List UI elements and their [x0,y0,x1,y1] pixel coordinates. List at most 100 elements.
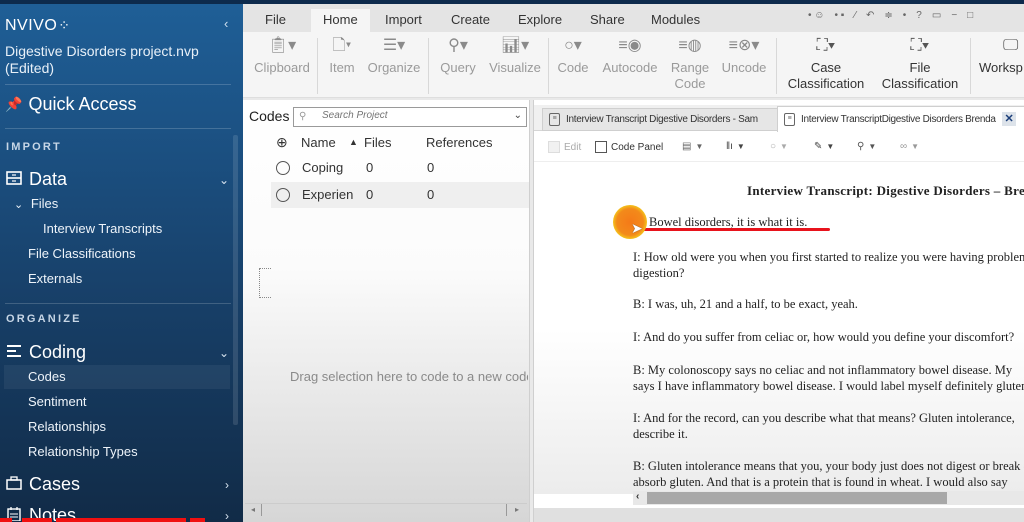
save-icon[interactable]: • ▪ [835,10,845,21]
paragraph[interactable]: B: Gluten intolerance means that you, yo… [633,458,1024,474]
case-classification-button[interactable]: ⛶▾ Case Classification [783,38,869,92]
pen-dropdown[interactable]: ✎ ▼ [814,141,834,152]
edit-icon[interactable]: ⁄ [854,10,856,21]
code-panel-toggle[interactable]: Code Panel [595,141,663,153]
sidebar-item-cases[interactable]: Cases › [5,474,233,495]
section-organize: ORGANIZE [6,313,82,325]
case-classification-label: Case [810,60,842,75]
annotations-dropdown[interactable]: ▤ ▼ [682,141,703,152]
chevron-down-icon[interactable]: ⌄ [514,110,522,121]
visualize-button[interactable]: 📊︎▾ Visualize [487,38,543,76]
chevron-down-icon[interactable]: ⌄ [219,346,229,360]
document-tab-brenda[interactable]: ≡ Interview TranscriptDigestive Disorder… [777,106,1024,132]
sidebar-item-data[interactable]: Data ⌄ [5,169,233,190]
chevron-right-icon[interactable]: › [225,509,229,522]
search-project-box[interactable]: ⚲ ⌄ [293,107,527,127]
search-input[interactable] [322,110,502,121]
scrollbar-divider [506,504,507,516]
sidebar-item-files[interactable]: ⌄ Files [14,196,58,211]
paragraph[interactable]: B: I was, uh, 21 and a half, to be exact… [633,296,1024,312]
scrollbar-thumb[interactable] [647,492,947,504]
paragraph[interactable]: B: My colonoscopy says no celiac and not… [633,362,1024,378]
code-node-icon [276,188,290,202]
chevron-right-icon[interactable]: › [225,478,229,492]
paragraph-continued[interactable]: absorb gluten. And that is a protein tha… [633,474,1024,490]
paragraph-continued[interactable]: says I have inflammatory bowel disease. … [633,378,1024,394]
help-icon[interactable]: ? [916,10,922,21]
document-content[interactable]: Interview Transcript: Digestive Disorder… [534,164,1024,494]
sidebar-item-sentiment[interactable]: Sentiment [28,394,87,409]
sidebar-item-file-classifications[interactable]: File Classifications [28,246,136,261]
tab-home[interactable]: Home [311,9,370,33]
paragraph[interactable]: I: And for the record, can you describe … [633,410,1024,426]
close-icon[interactable]: ✕ [1002,112,1016,126]
workspace-icon: 🖵︎ [1003,37,1019,54]
sidebar-item-externals[interactable]: Externals [28,271,82,286]
document-horizontal-scrollbar[interactable]: ‹ [633,491,1024,505]
organize-button[interactable]: ☰▾ Organize [367,38,421,76]
dropdown-arrow-icon: ▼ [868,142,877,151]
item-button[interactable]: 🗋▾ Item [327,38,357,76]
quick-access-label: Quick Access [28,94,137,114]
file-classification-button[interactable]: ⛶▾ File Classification [877,38,963,92]
drag-to-code-hint[interactable]: Drag selection here to code to a new cod… [290,369,528,384]
scroll-right-icon[interactable]: ▸ [515,505,519,514]
code-panel-checkbox[interactable] [595,141,607,153]
chevron-down-icon[interactable]: ⌄ [14,199,23,211]
code-row[interactable]: Coping 0 0 [271,155,529,181]
zoom-dropdown[interactable]: ⚲ ▼ [857,141,876,152]
code-row[interactable]: Experien 0 0 [271,182,529,208]
code-button[interactable]: ○▾ Code [555,38,591,76]
document-tab-sam[interactable]: ≡ Interview Transcript Digestive Disorde… [542,108,778,131]
mouse-cursor-icon: ➤ [631,222,643,237]
add-code-icon[interactable]: ⊕ [276,134,288,151]
tab-import[interactable]: Import [385,12,422,27]
undo-icon[interactable]: ↶ [866,10,874,21]
code-label: Code [557,60,589,75]
sidebar-item-relationship-types[interactable]: Relationship Types [28,444,138,459]
scroll-left-icon[interactable]: ◂ [251,505,255,514]
paragraph-continued[interactable]: digestion? [633,265,1024,281]
query-button[interactable]: ⚲▾ Query [437,38,479,76]
code-name: Experien [302,187,354,202]
column-files[interactable]: Files [364,135,391,150]
sidebar-scrollbar[interactable] [233,135,238,425]
maximize-icon[interactable]: □ [967,10,973,21]
paragraph[interactable]: I: And do you suffer from celiac or, how… [633,329,1024,345]
column-name[interactable]: Name [301,135,336,150]
column-references[interactable]: References [426,135,492,150]
tab-explore[interactable]: Explore [518,12,562,27]
paragraph[interactable]: I: How old were you when you first start… [633,249,1024,265]
clipboard-button[interactable]: 📋︎▾ Clipboard [253,38,311,76]
uncode-button[interactable]: ≡⊗▾ Uncode [719,38,769,76]
scroll-left-icon[interactable]: ‹ [636,491,639,502]
coding-stripes-dropdown[interactable]: ‖ı ▼ [726,141,745,152]
quick-access-item[interactable]: 📌 Quick Access [5,94,136,115]
workspace-button[interactable]: 🖵︎ Worksp [979,38,1024,76]
highlight-dropdown[interactable]: ○ ▼ [770,141,788,152]
tab-share[interactable]: Share [590,12,625,27]
chevron-down-icon[interactable]: ⌄ [219,173,229,187]
sidebar-item-interview-transcripts[interactable]: Interview Transcripts [43,221,162,236]
edit-toggle[interactable]: Edit [548,141,581,153]
minimize-icon[interactable]: − [951,10,957,21]
sidebar-item-relationships[interactable]: Relationships [28,419,106,434]
codes-horizontal-scrollbar[interactable]: ◂ ▸ [245,503,527,517]
sidebar-item-coding[interactable]: Coding ⌄ [5,342,233,363]
collapse-sidebar-button[interactable]: ‹ [224,16,228,31]
range-code-button[interactable]: ≡◍ Range Code [669,38,711,92]
account-icon[interactable]: • ☺ [808,10,825,21]
tab-create[interactable]: Create [451,12,490,27]
comment-icon[interactable]: ▭ [932,10,941,21]
customize-icon[interactable]: ≑ [884,10,892,21]
edit-checkbox[interactable] [548,141,560,153]
sort-ascending-icon[interactable]: ▲ [349,137,358,147]
autocode-button[interactable]: ≡◉ Autocode [599,38,661,76]
codes-panel: Codes ⚲ ⌄ ⊕ Name ▲ Files References Copi… [243,100,530,522]
tab-modules[interactable]: Modules [651,12,700,27]
scrollbar-divider [261,504,262,516]
sidebar-item-codes[interactable]: Codes [28,369,66,384]
link-dropdown[interactable]: ∞ ▼ [900,141,919,152]
tab-file[interactable]: File [265,12,286,27]
paragraph-continued[interactable]: describe it. [633,426,1024,442]
